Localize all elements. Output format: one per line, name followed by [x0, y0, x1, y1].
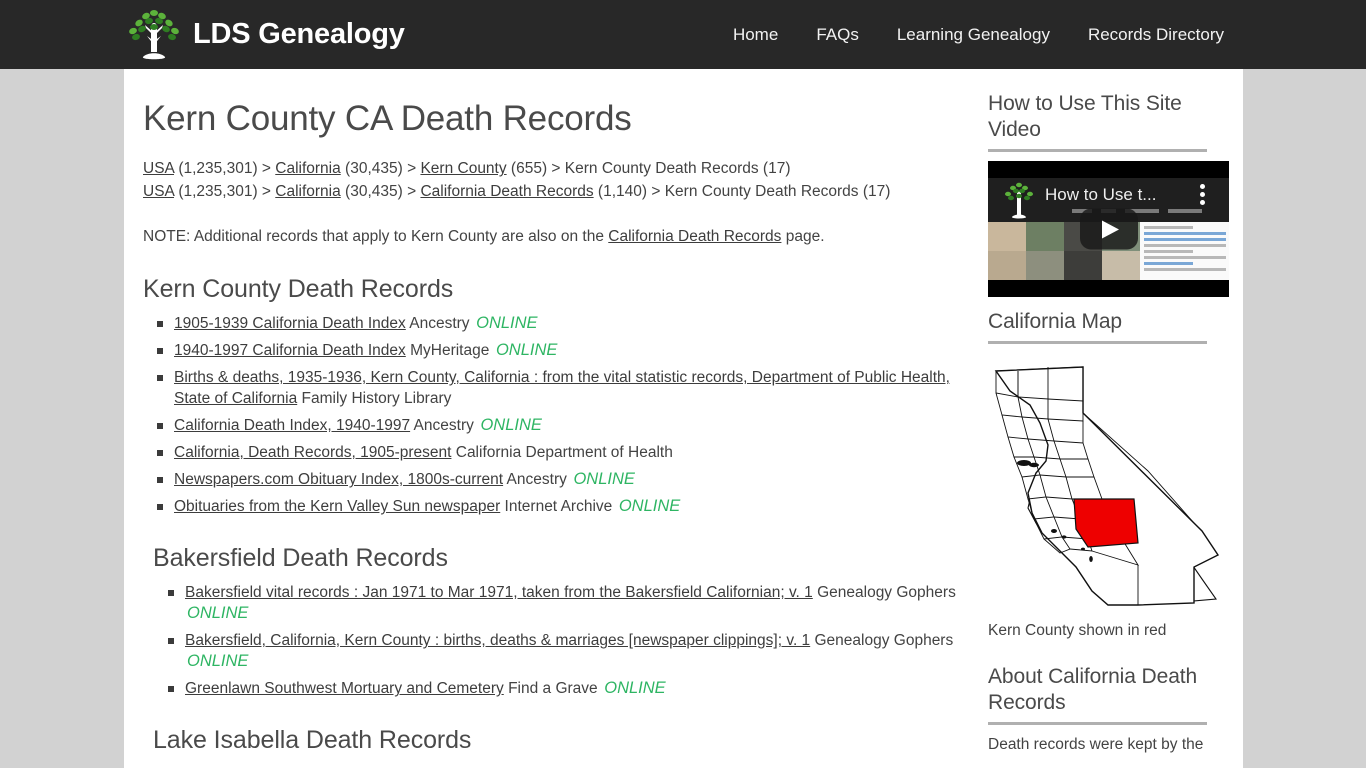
status-badge: ONLINE [471, 314, 538, 333]
breadcrumb-row-1: USA (1,235,301) > California (30,435) > … [143, 158, 969, 181]
record-link[interactable]: 1905-1939 California Death Index [174, 315, 406, 332]
sidebar-video-block: How to Use This Site Video How to Use t.… [988, 91, 1229, 297]
note-text: NOTE: Additional records that apply to K… [143, 226, 969, 248]
record-link[interactable]: California, Death Records, 1905-present [174, 444, 451, 461]
map-caption: Kern County shown in red [988, 622, 1167, 639]
record-provider: Genealogy Gophers [812, 584, 956, 602]
record-provider: MyHeritage [405, 342, 490, 360]
status-badge: ONLINE [614, 497, 681, 516]
record-provider: Family History Library [297, 390, 452, 408]
record-link[interactable]: Newspapers.com Obituary Index, 1800s-cur… [174, 471, 503, 488]
record-provider: Ancestry [410, 417, 474, 435]
note-link[interactable]: California Death Records [608, 228, 781, 245]
video-thumb-title: How to Use t... [1045, 185, 1157, 204]
note-suffix: page. [781, 228, 825, 246]
record-list: 1905-1939 California Death Index Ancestr… [143, 313, 969, 517]
record-link[interactable]: California Death Index, 1940-1997 [174, 417, 410, 434]
breadcrumb-link[interactable]: USA [143, 160, 174, 177]
note-prefix: NOTE: Additional records that apply to K… [143, 228, 609, 246]
brand-logo-link[interactable]: LDS Genealogy [124, 7, 405, 63]
section-heading: Lake Isabella Death Records [153, 726, 472, 755]
page-title: Kern County CA Death Records [143, 99, 632, 138]
list-item: Newspapers.com Obituary Index, 1800s-cur… [157, 469, 969, 490]
breadcrumb-link[interactable]: California Death Records [420, 183, 593, 200]
status-badge: ONLINE [475, 416, 542, 435]
breadcrumb: USA (1,235,301) > California (30,435) > … [143, 158, 969, 203]
sidebar-about-heading: About California Death Records [988, 665, 1198, 714]
record-provider: California Department of Health [451, 444, 673, 462]
nav-faqs[interactable]: FAQs [816, 25, 859, 45]
breadcrumb-link[interactable]: Kern County [420, 160, 506, 177]
record-link[interactable]: Bakersfield vital records : Jan 1971 to … [185, 584, 813, 601]
status-badge: ONLINE [187, 604, 249, 623]
sidebar-map-block: California Map Kern County shown in red [988, 309, 1220, 640]
record-link[interactable]: Greenlawn Southwest Mortuary and Cemeter… [185, 680, 504, 697]
breadcrumb-text: (1,235,301) > [174, 160, 276, 178]
site-header: LDS Genealogy Home FAQs Learning Genealo… [0, 0, 1366, 69]
status-badge: ONLINE [568, 470, 635, 489]
breadcrumb-text: (1,140) > Kern County Death Records (17) [593, 182, 891, 200]
divider [988, 722, 1207, 725]
main-navigation: Home FAQs Learning Genealogy Records Dir… [733, 25, 1224, 45]
record-list: Bakersfield vital records : Jan 1971 to … [143, 582, 969, 699]
list-item: 1905-1939 California Death Index Ancestr… [157, 313, 969, 334]
list-item: California Death Index, 1940-1997 Ancest… [157, 415, 969, 436]
list-item: Births & deaths, 1935-1936, Kern County,… [157, 367, 969, 409]
record-link[interactable]: Bakersfield, California, Kern County : b… [185, 632, 810, 649]
sidebar-video-heading: How to Use This Site Video [988, 92, 1182, 141]
list-item: Greenlawn Southwest Mortuary and Cemeter… [168, 678, 969, 699]
sidebar-about-block: About California Death Records Death rec… [988, 664, 1207, 756]
record-sections: Kern County Death Records 1905-1939 Calif… [143, 275, 969, 755]
status-badge: ONLINE [491, 341, 558, 360]
record-link[interactable]: Obituaries from the Kern Valley Sun news… [174, 498, 500, 515]
divider [988, 341, 1207, 344]
record-provider: Ancestry [503, 471, 567, 489]
list-item: California, Death Records, 1905-present … [157, 442, 969, 463]
record-provider: Ancestry [405, 315, 470, 333]
sidebar: How to Use This Site Video How to Use t.… [969, 69, 1243, 768]
tree-logo-icon [124, 7, 184, 63]
nav-learning-genealogy[interactable]: Learning Genealogy [897, 25, 1050, 45]
video-thumbnail[interactable]: How to Use t... [988, 161, 1229, 297]
sidebar-map-heading: California Map [988, 310, 1122, 333]
record-provider: Genealogy Gophers [810, 632, 954, 650]
breadcrumb-text: (30,435) > [340, 182, 421, 200]
california-map-icon [988, 353, 1229, 614]
section-heading: Bakersfield Death Records [153, 544, 448, 573]
page-container: Kern County CA Death Records USA (1,235,… [124, 69, 1243, 768]
record-provider: Internet Archive [500, 498, 613, 516]
kern-county-highlight [1073, 498, 1139, 548]
breadcrumb-text: (30,435) > [340, 160, 421, 178]
page-root: LDS Genealogy Home FAQs Learning Genealo… [0, 0, 1366, 768]
list-item: Obituaries from the Kern Valley Sun news… [157, 496, 969, 517]
status-badge: ONLINE [187, 652, 249, 671]
divider [988, 149, 1207, 152]
nav-home[interactable]: Home [733, 25, 778, 45]
breadcrumb-link[interactable]: California [275, 183, 340, 200]
list-item: 1940-1997 California Death Index MyHerit… [157, 340, 969, 361]
main-content: Kern County CA Death Records USA (1,235,… [124, 69, 969, 768]
play-icon[interactable] [1079, 208, 1138, 250]
brand-name: LDS Genealogy [193, 18, 405, 50]
record-provider: Find a Grave [503, 680, 598, 698]
list-item: Bakersfield vital records : Jan 1971 to … [168, 582, 969, 624]
sidebar-about-text: Death records were kept by the [988, 736, 1204, 753]
video-thumb-textlines [1140, 222, 1229, 280]
record-link[interactable]: Births & deaths, 1935-1936, Kern County,… [174, 369, 950, 407]
breadcrumb-row-2: USA (1,235,301) > California (30,435) > … [143, 181, 969, 204]
breadcrumb-link[interactable]: California [275, 160, 340, 177]
breadcrumb-text: (1,235,301) > [174, 182, 276, 200]
nav-records-directory[interactable]: Records Directory [1088, 25, 1224, 45]
list-item: Bakersfield, California, Kern County : b… [168, 630, 969, 672]
section-heading: Kern County Death Records [143, 275, 454, 304]
breadcrumb-text: (655) > Kern County Death Records (17) [506, 160, 791, 178]
status-badge: ONLINE [599, 679, 666, 698]
breadcrumb-link[interactable]: USA [143, 183, 174, 200]
kebab-menu-icon [1200, 184, 1205, 206]
tree-logo-icon [1002, 181, 1036, 219]
record-link[interactable]: 1940-1997 California Death Index [174, 342, 406, 359]
